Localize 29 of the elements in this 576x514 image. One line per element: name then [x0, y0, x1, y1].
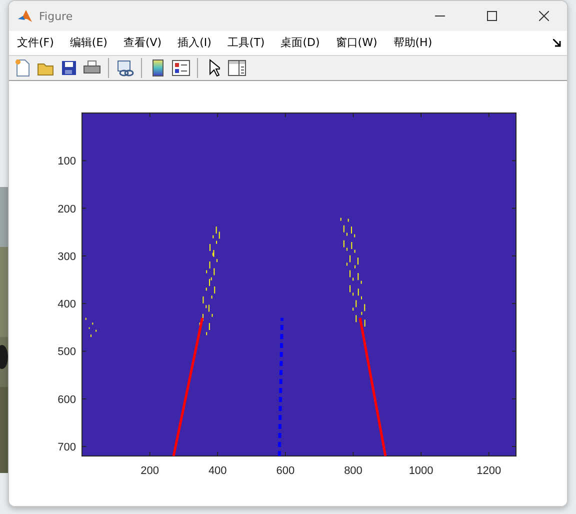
x-tick-label: 800 — [344, 465, 362, 477]
menu-item[interactable]: 查看(V) — [123, 35, 169, 50]
x-tick-label: 400 — [208, 465, 227, 477]
link-button[interactable] — [115, 58, 135, 78]
menu-item[interactable]: 帮助(H) — [393, 35, 440, 50]
menu-item[interactable]: 文件(F) — [17, 35, 61, 50]
window-title: Figure — [39, 10, 74, 22]
menu-item[interactable]: 编辑(E) — [70, 35, 114, 50]
legend-button[interactable] — [171, 58, 191, 78]
y-tick-label: 500 — [58, 346, 76, 358]
menu-item[interactable]: 工具(T) — [227, 35, 272, 50]
close-icon — [539, 11, 549, 21]
x-tick-label: 600 — [276, 465, 295, 477]
menu-item[interactable]: 窗口(W) — [336, 35, 384, 50]
y-tick-label: 700 — [58, 441, 76, 454]
maximize-icon — [487, 11, 497, 21]
menu-item[interactable]: 桌面(D) — [280, 35, 327, 50]
property-editor-button[interactable] — [227, 58, 247, 78]
x-tick-label: 1200 — [476, 465, 502, 477]
peak-icon — [17, 8, 33, 24]
y-tick-label: 600 — [58, 394, 76, 406]
menu-item[interactable]: 插入(I) — [178, 35, 218, 50]
x-tick-label: 200 — [140, 465, 159, 477]
y-tick-label: 300 — [58, 250, 76, 263]
y-tick-label: 100 — [58, 156, 76, 168]
y-tick-label: 200 — [58, 203, 76, 216]
dock-arrow-icon[interactable] — [553, 38, 561, 47]
x-tick-label: 1000 — [408, 465, 434, 477]
y-tick-label: 400 — [58, 298, 76, 311]
